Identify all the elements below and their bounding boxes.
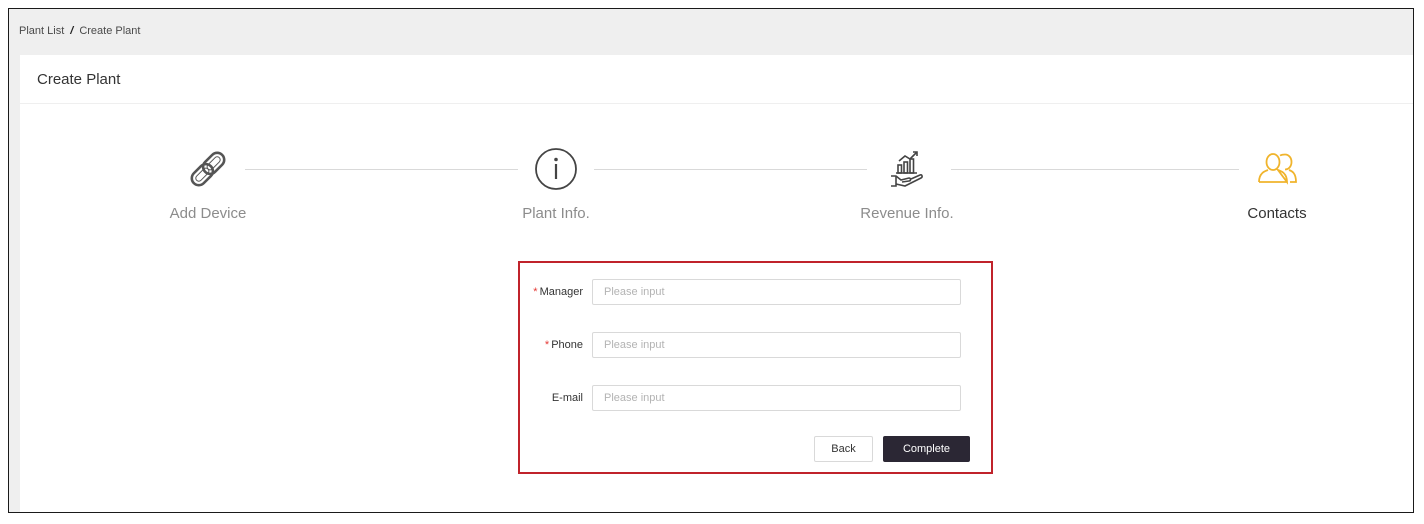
step-label: Contacts xyxy=(1247,205,1307,222)
breadcrumb: Plant List / Create Plant xyxy=(19,25,140,37)
breadcrumb-separator: / xyxy=(70,25,74,37)
step-contacts: Contacts xyxy=(1197,145,1357,222)
page-title: Create Plant xyxy=(20,55,1413,104)
step-revenue-info: Revenue Info. xyxy=(827,145,987,222)
step-label: Plant Info. xyxy=(522,205,590,222)
form-actions: Back Complete xyxy=(814,436,970,462)
phone-label: * Phone xyxy=(544,339,583,351)
complete-button[interactable]: Complete xyxy=(883,436,970,462)
step-add-device: Add Device xyxy=(128,145,288,222)
breadcrumb-plant-list[interactable]: Plant List xyxy=(19,25,64,37)
email-row: E-mail xyxy=(520,385,991,411)
info-icon xyxy=(532,145,580,193)
create-plant-card: Create Plant Add Device Plant Info. Reve… xyxy=(20,55,1413,512)
required-mark: * xyxy=(533,286,538,298)
email-label: E-mail xyxy=(551,392,583,404)
required-mark: * xyxy=(544,339,550,351)
step-indicator: Add Device Plant Info. Revenue Info. Con… xyxy=(20,145,1413,235)
manager-label: * Manager xyxy=(533,286,583,298)
step-plant-info: Plant Info. xyxy=(476,145,636,222)
phone-input[interactable] xyxy=(592,332,961,358)
contacts-form: *Manager *Phone E-mail Back Complete xyxy=(518,261,993,474)
step-label: Add Device xyxy=(169,205,247,222)
phone-row: * Phone xyxy=(520,332,991,358)
link-icon xyxy=(184,145,232,193)
step-label: Revenue Info. xyxy=(860,205,954,222)
app-frame: Plant List / Create Plant Create Plant A… xyxy=(8,8,1414,513)
breadcrumb-create-plant: Create Plant xyxy=(79,25,141,37)
manager-row: * Manager xyxy=(520,279,991,305)
revenue-icon xyxy=(883,145,931,193)
contacts-icon xyxy=(1253,145,1301,193)
back-button[interactable]: Back xyxy=(814,436,873,462)
email-input[interactable] xyxy=(592,385,961,411)
manager-input[interactable] xyxy=(592,279,961,305)
step-connector xyxy=(951,169,1239,170)
